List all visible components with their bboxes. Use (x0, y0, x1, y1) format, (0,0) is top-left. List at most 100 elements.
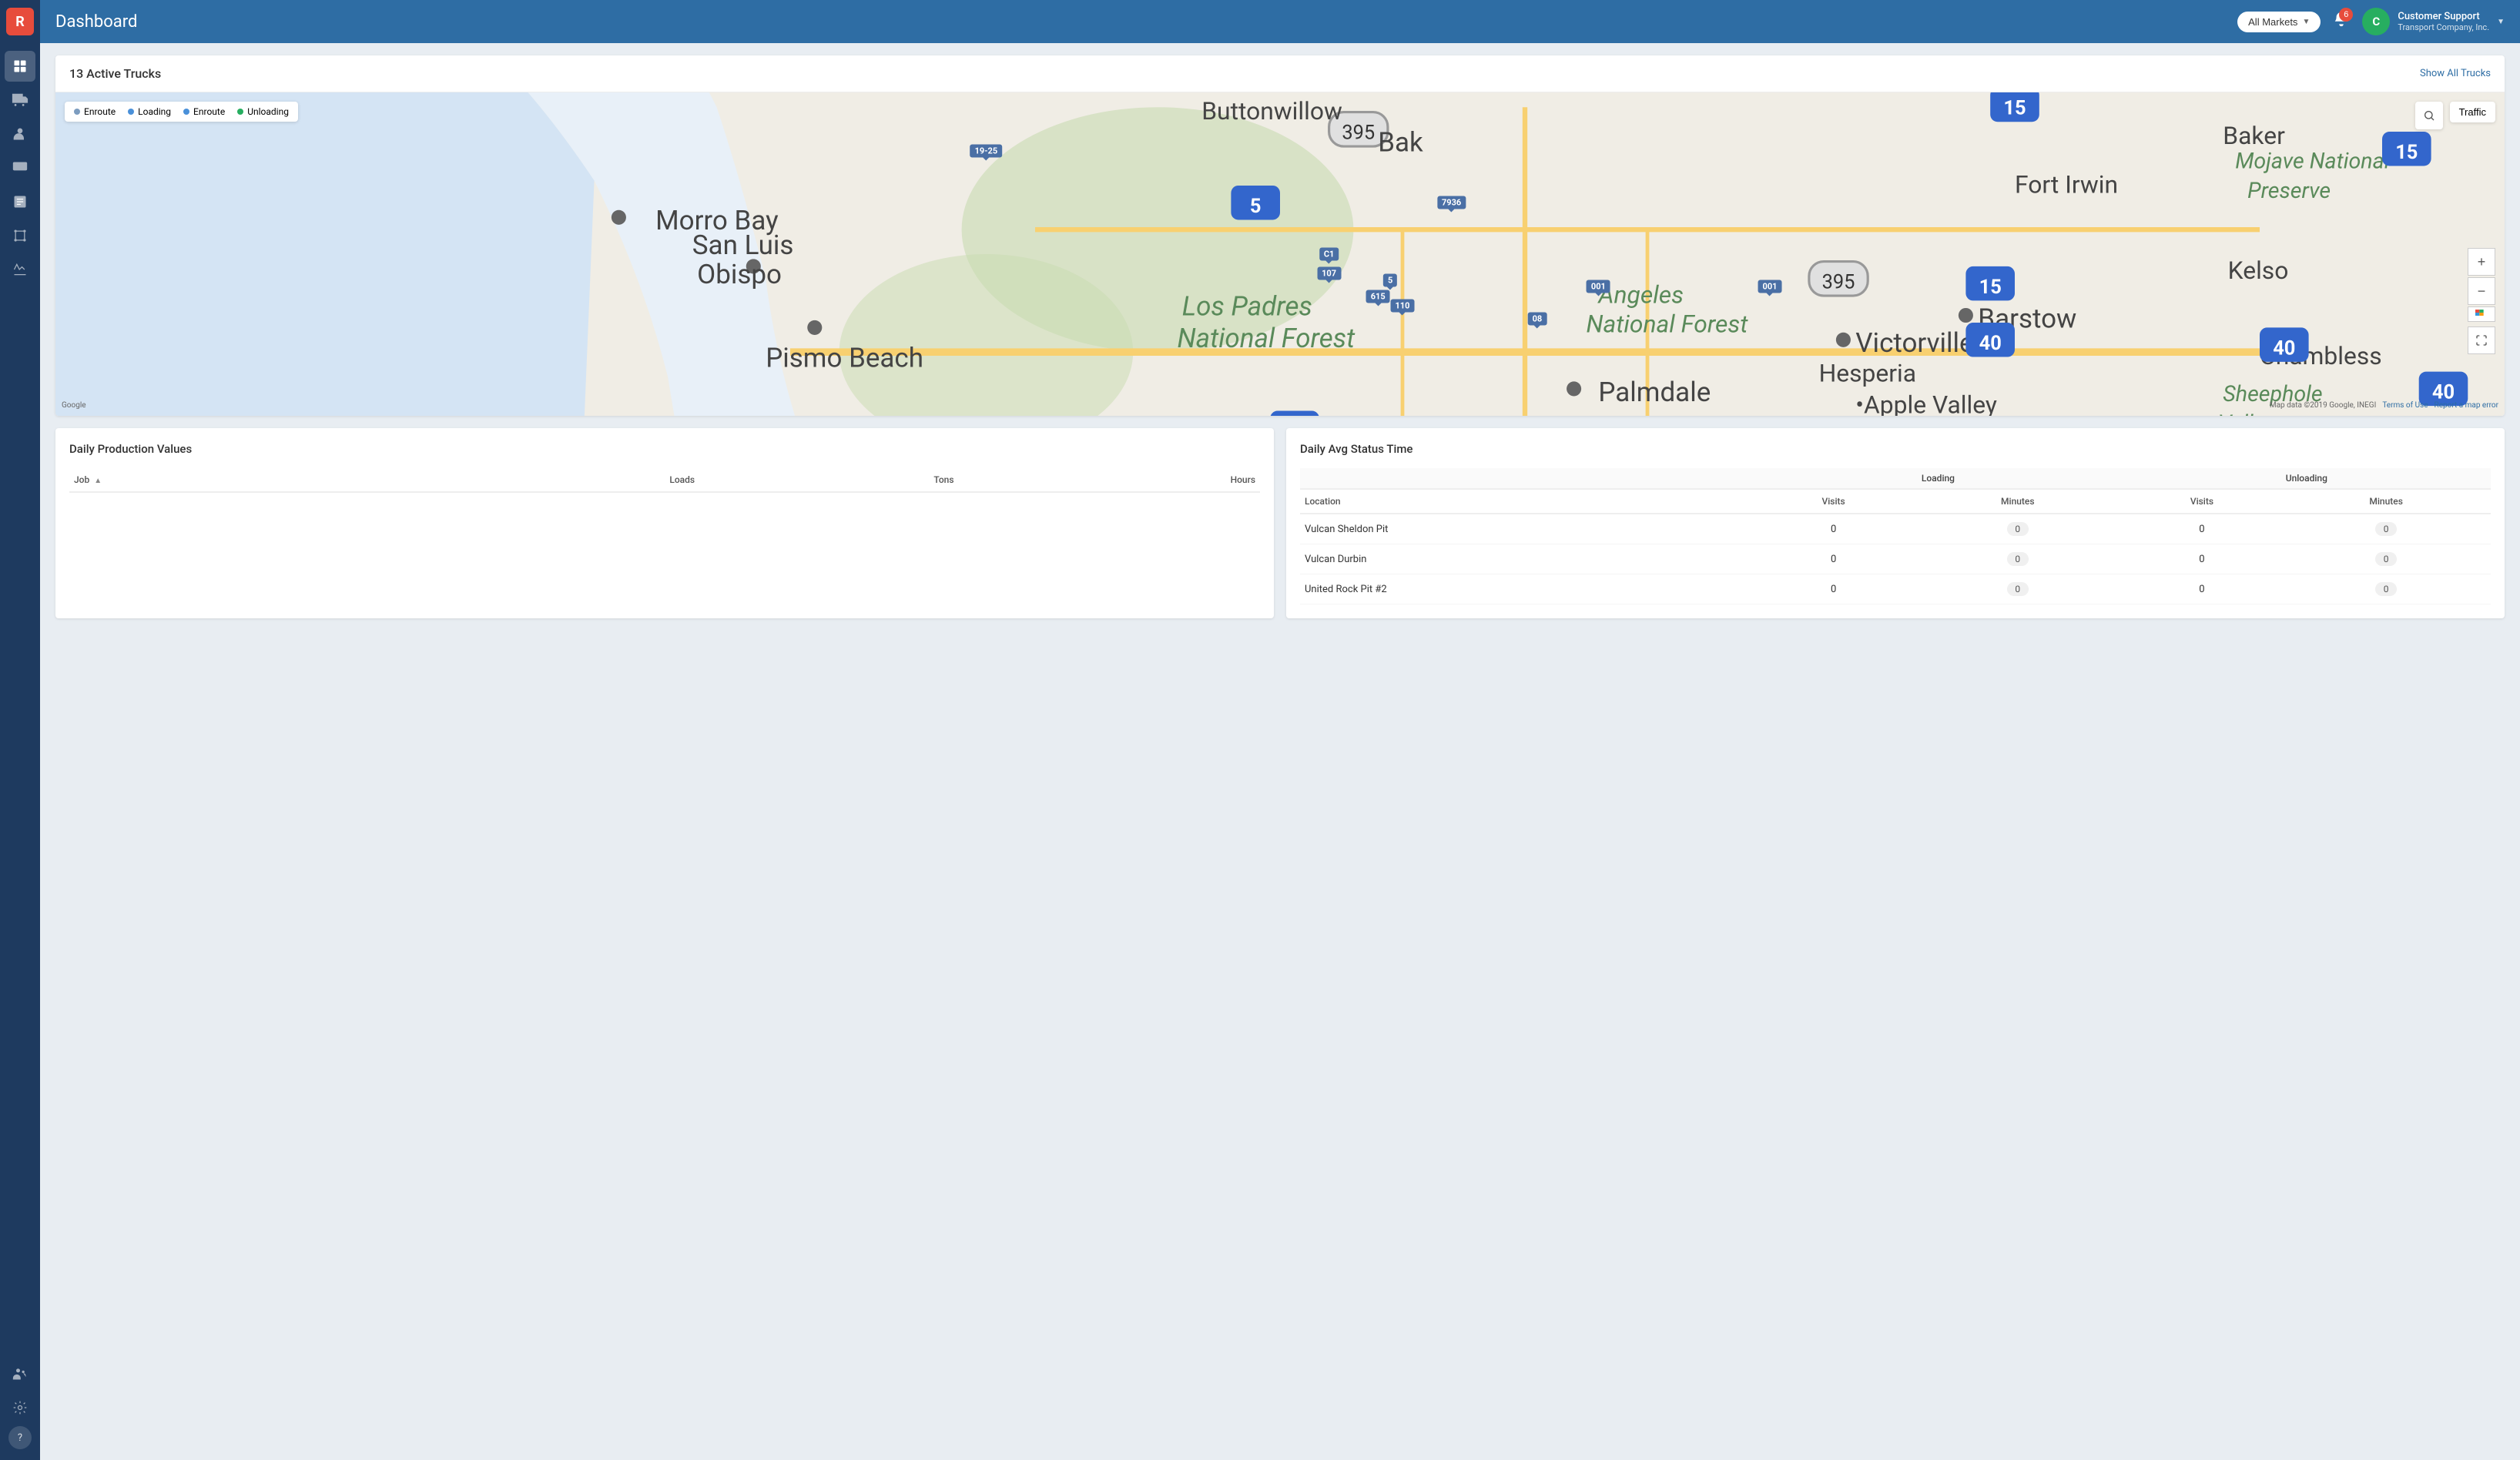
legend-loading: Loading (128, 106, 171, 117)
svg-text:Preserve: Preserve (2247, 177, 2331, 203)
svg-text:Baker: Baker (2223, 121, 2285, 150)
sort-icon: ▲ (94, 477, 102, 485)
header: Dashboard All Markets ▼ 6 C Customer Sup… (40, 0, 2520, 43)
svg-text:Obispo: Obispo (697, 259, 782, 290)
sidebar-item-routes[interactable] (5, 254, 35, 285)
app-logo[interactable]: R (6, 8, 34, 35)
sidebar-item-dashboard[interactable] (5, 51, 35, 82)
notifications-button[interactable]: 6 (2333, 11, 2350, 32)
legend-label-enroute-2: Enroute (193, 106, 225, 117)
location-vulcan-durbin: Vulcan Durbin (1300, 544, 1754, 574)
page-title: Dashboard (55, 12, 2237, 32)
terms-of-use-link[interactable]: Terms of Use (2382, 401, 2428, 410)
map-marker-001-1: 001 (1587, 280, 1610, 293)
loading-visits-3: 0 (1754, 574, 1913, 604)
svg-text:15: 15 (2395, 141, 2418, 164)
svg-text:395: 395 (1342, 122, 1375, 145)
col-unloading-minutes: Minutes (2281, 489, 2491, 514)
map-marker-5: 5 (1383, 273, 1397, 286)
svg-text:National Forest: National Forest (1177, 323, 1356, 354)
map-card: 13 Active Trucks Show All Trucks (55, 55, 2505, 416)
map-marker-7936: 7936 (1437, 196, 1466, 209)
production-table-header: Job ▲ Loads Tons Hours (69, 468, 1260, 492)
production-title: Daily Production Values (69, 442, 1260, 456)
sidebar-item-users[interactable] (5, 1358, 35, 1389)
map-data-label: Map data ©2019 Google, INEGI (2270, 401, 2376, 410)
svg-text:Fort Irwin: Fort Irwin (2015, 169, 2118, 199)
col-hours: Hours (959, 468, 1261, 492)
avg-status-card: Daily Avg Status Time Loading Unloading … (1286, 428, 2505, 618)
sidebar-item-dispatch[interactable] (5, 220, 35, 251)
map-header: 13 Active Trucks Show All Trucks (55, 55, 2505, 92)
active-trucks-label: 13 Active Trucks (69, 66, 161, 81)
sidebar-item-reports[interactable] (5, 186, 35, 217)
map-marker-001-2: 001 (1758, 280, 1782, 293)
sidebar-item-help[interactable]: ? (8, 1426, 32, 1449)
col-location: Location (1300, 489, 1754, 514)
location-vulcan-sheldon: Vulcan Sheldon Pit (1300, 514, 1754, 544)
sidebar-item-fleet[interactable] (5, 152, 35, 183)
table-row: United Rock Pit #2 0 0 0 0 (1300, 574, 2491, 604)
map-search-button[interactable] (2415, 102, 2443, 129)
unloading-visits-3: 0 (2123, 574, 2282, 604)
svg-text:Mojave National: Mojave National (2235, 148, 2390, 174)
svg-text:395: 395 (1822, 271, 1855, 294)
user-chevron-icon[interactable]: ▼ (2497, 18, 2505, 26)
map-marker-110: 110 (1391, 300, 1415, 313)
enroute-1-dot (74, 109, 80, 115)
col-tons: Tons (699, 468, 958, 492)
empty-header (1300, 468, 1754, 489)
legend-enroute-2: Enroute (183, 106, 225, 117)
svg-text:Pismo Beach: Pismo Beach (766, 342, 923, 373)
notification-badge: 6 (2339, 8, 2353, 22)
user-company: Transport Company, Inc. (2398, 22, 2489, 32)
col-loading-visits: Visits (1754, 489, 1913, 514)
markets-label: All Markets (2248, 16, 2297, 28)
report-map-error-link[interactable]: Report a map error (2435, 401, 2498, 410)
user-name: Customer Support (2398, 11, 2489, 22)
avg-status-col-headers: Location Visits Minutes Visits Minutes (1300, 489, 2491, 514)
unloading-visits-2: 0 (2123, 544, 2282, 574)
sidebar-item-drivers[interactable] (5, 119, 35, 149)
loading-minutes-3: 0 (1913, 574, 2123, 604)
svg-text:15: 15 (2003, 97, 2026, 120)
col-loads: Loads (396, 468, 699, 492)
group-header-row: Loading Unloading (1300, 468, 2491, 489)
map-google-credit: Google (62, 401, 86, 410)
fullscreen-button[interactable] (2468, 326, 2495, 354)
chevron-down-icon: ▼ (2302, 18, 2310, 26)
loading-minutes-1: 0 (1913, 514, 2123, 544)
svg-text:5: 5 (1250, 195, 1262, 218)
legend-label-unloading: Unloading (247, 106, 289, 117)
map-marker-19-25: 19-25 (970, 144, 1003, 157)
traffic-button[interactable]: Traffic (2450, 102, 2495, 122)
markets-dropdown[interactable]: All Markets ▼ (2237, 12, 2321, 32)
map-background: 5 15 395 Morro Bay San Luis Obispo Pismo… (55, 92, 2505, 416)
production-table: Job ▲ Loads Tons Hours (69, 468, 1260, 493)
svg-text:San Luis: San Luis (692, 229, 794, 261)
sidebar-item-trucks[interactable] (5, 85, 35, 116)
avatar: C (2362, 8, 2390, 35)
sidebar-item-settings[interactable] (5, 1392, 35, 1423)
svg-text:40: 40 (1979, 332, 2002, 355)
bottom-cards: Daily Production Values Job ▲ Loads Tons… (55, 428, 2505, 618)
main-content: Dashboard All Markets ▼ 6 C Customer Sup… (40, 0, 2520, 1460)
unloading-visits-1: 0 (2123, 514, 2282, 544)
col-job: Job ▲ (69, 468, 396, 492)
enroute-2-dot (183, 109, 189, 115)
user-text: Customer Support Transport Company, Inc. (2398, 11, 2489, 32)
content-area: 13 Active Trucks Show All Trucks (40, 43, 2520, 1460)
svg-text:Los Padres: Los Padres (1182, 291, 1312, 323)
loading-minutes-2: 0 (1913, 544, 2123, 574)
help-icon: ? (18, 1432, 22, 1444)
col-loading-minutes: Minutes (1913, 489, 2123, 514)
map-layer-icon (2468, 306, 2495, 322)
map-marker-107: 107 (1317, 267, 1341, 280)
zoom-in-button[interactable]: + (2468, 248, 2495, 276)
avg-status-table: Loading Unloading Location Visits Minute… (1300, 468, 2491, 604)
zoom-out-button[interactable]: − (2468, 277, 2495, 305)
show-all-trucks-link[interactable]: Show All Trucks (2420, 68, 2491, 79)
svg-text:Victorville: Victorville (1855, 327, 1973, 359)
table-row: Vulcan Sheldon Pit 0 0 0 0 (1300, 514, 2491, 544)
svg-text:Valley: Valley (2218, 410, 2276, 416)
